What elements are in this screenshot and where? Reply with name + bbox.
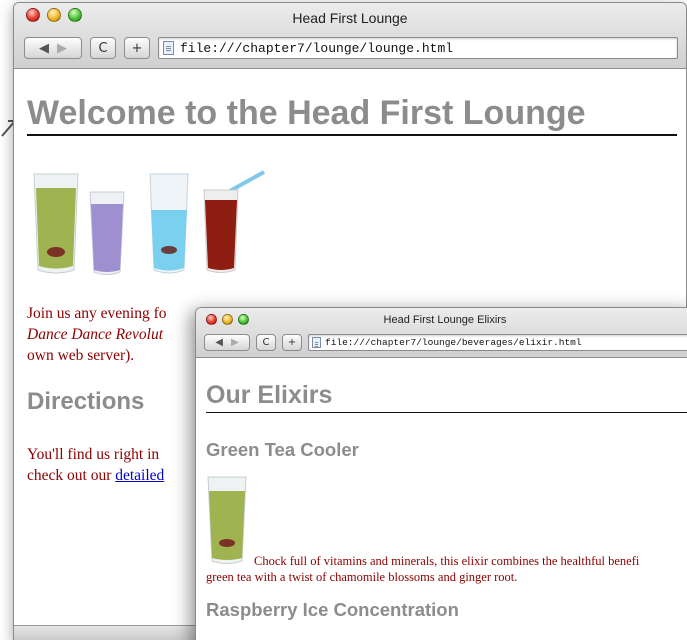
window-chrome: Head First Lounge ◀ ▶ C + file:///chapte…: [14, 3, 686, 69]
window-title: Head First Lounge: [292, 10, 408, 26]
reload-icon: C: [262, 336, 270, 348]
intro-text-3: own web server).: [27, 347, 135, 364]
directions-heading: Directions: [27, 388, 145, 415]
purple-drink-glass-icon: [89, 191, 125, 275]
forward-arrow-icon[interactable]: ▶: [57, 41, 67, 56]
add-bookmark-icon: +: [287, 336, 297, 348]
address-bar-url: file:///chapter7/lounge/beverages/elixir…: [325, 336, 582, 348]
intro-text-2: Dance Dance Revolut: [27, 326, 163, 343]
reload-button[interactable]: C: [256, 333, 276, 351]
blue-drink-glass-icon: [149, 173, 189, 274]
page-title: Our Elixirs: [206, 381, 687, 413]
browser-toolbar: ◀ ▶ C + file:///chapter7/lounge/lounge.h…: [24, 36, 678, 60]
description-line-2: green tea with a twist of chamomile blos…: [206, 570, 518, 584]
back-arrow-icon[interactable]: ◀: [215, 337, 223, 348]
window-chrome: Head First Lounge Elixirs ◀ ▶ C + file:/…: [196, 308, 687, 358]
back-forward-button[interactable]: ◀ ▶: [24, 37, 82, 59]
directions-text-2: check out our: [27, 467, 116, 484]
page-icon: [163, 41, 174, 55]
drink-glass-icons: [33, 170, 265, 275]
add-bookmark-button[interactable]: +: [282, 333, 302, 351]
add-bookmark-button[interactable]: +: [124, 37, 150, 59]
detailed-directions-link[interactable]: detailed: [115, 467, 164, 484]
description-line-1: Chock full of vitamins and minerals, thi…: [254, 554, 640, 568]
green-tea-cooler-description: Chock full of vitamins and minerals, thi…: [206, 553, 687, 585]
browser-toolbar: ◀ ▶ C + file:///chapter7/lounge/beverage…: [204, 333, 687, 351]
address-bar[interactable]: file:///chapter7/lounge/lounge.html: [158, 37, 678, 59]
reload-button[interactable]: C: [90, 37, 116, 59]
page-title: Welcome to the Head First Lounge: [27, 94, 677, 136]
green-tea-glass-icon: [33, 173, 79, 274]
green-tea-cooler-heading: Green Tea Cooler: [206, 439, 359, 460]
page-content: Our Elixirs Green Tea Cooler Chock full …: [196, 359, 687, 640]
forward-arrow-icon[interactable]: ▶: [231, 337, 239, 348]
intro-text-1: Join us any evening fo: [27, 305, 167, 322]
address-bar-url: file:///chapter7/lounge/lounge.html: [180, 40, 454, 56]
window-title: Head First Lounge Elixirs: [383, 314, 507, 326]
reload-icon: C: [98, 40, 108, 56]
raspberry-ice-heading: Raspberry Ice Concentration: [206, 599, 459, 620]
back-arrow-icon[interactable]: ◀: [39, 41, 49, 56]
add-bookmark-icon: +: [131, 40, 143, 56]
page-icon: [312, 336, 321, 348]
directions-text-1: You'll find us right in: [27, 446, 160, 463]
browser-window-elixirs: Head First Lounge Elixirs ◀ ▶ C + file:/…: [195, 307, 687, 640]
address-bar[interactable]: file:///chapter7/lounge/beverages/elixir…: [308, 333, 687, 351]
back-forward-button[interactable]: ◀ ▶: [204, 333, 250, 351]
red-drink-glass-icon: [203, 170, 265, 273]
